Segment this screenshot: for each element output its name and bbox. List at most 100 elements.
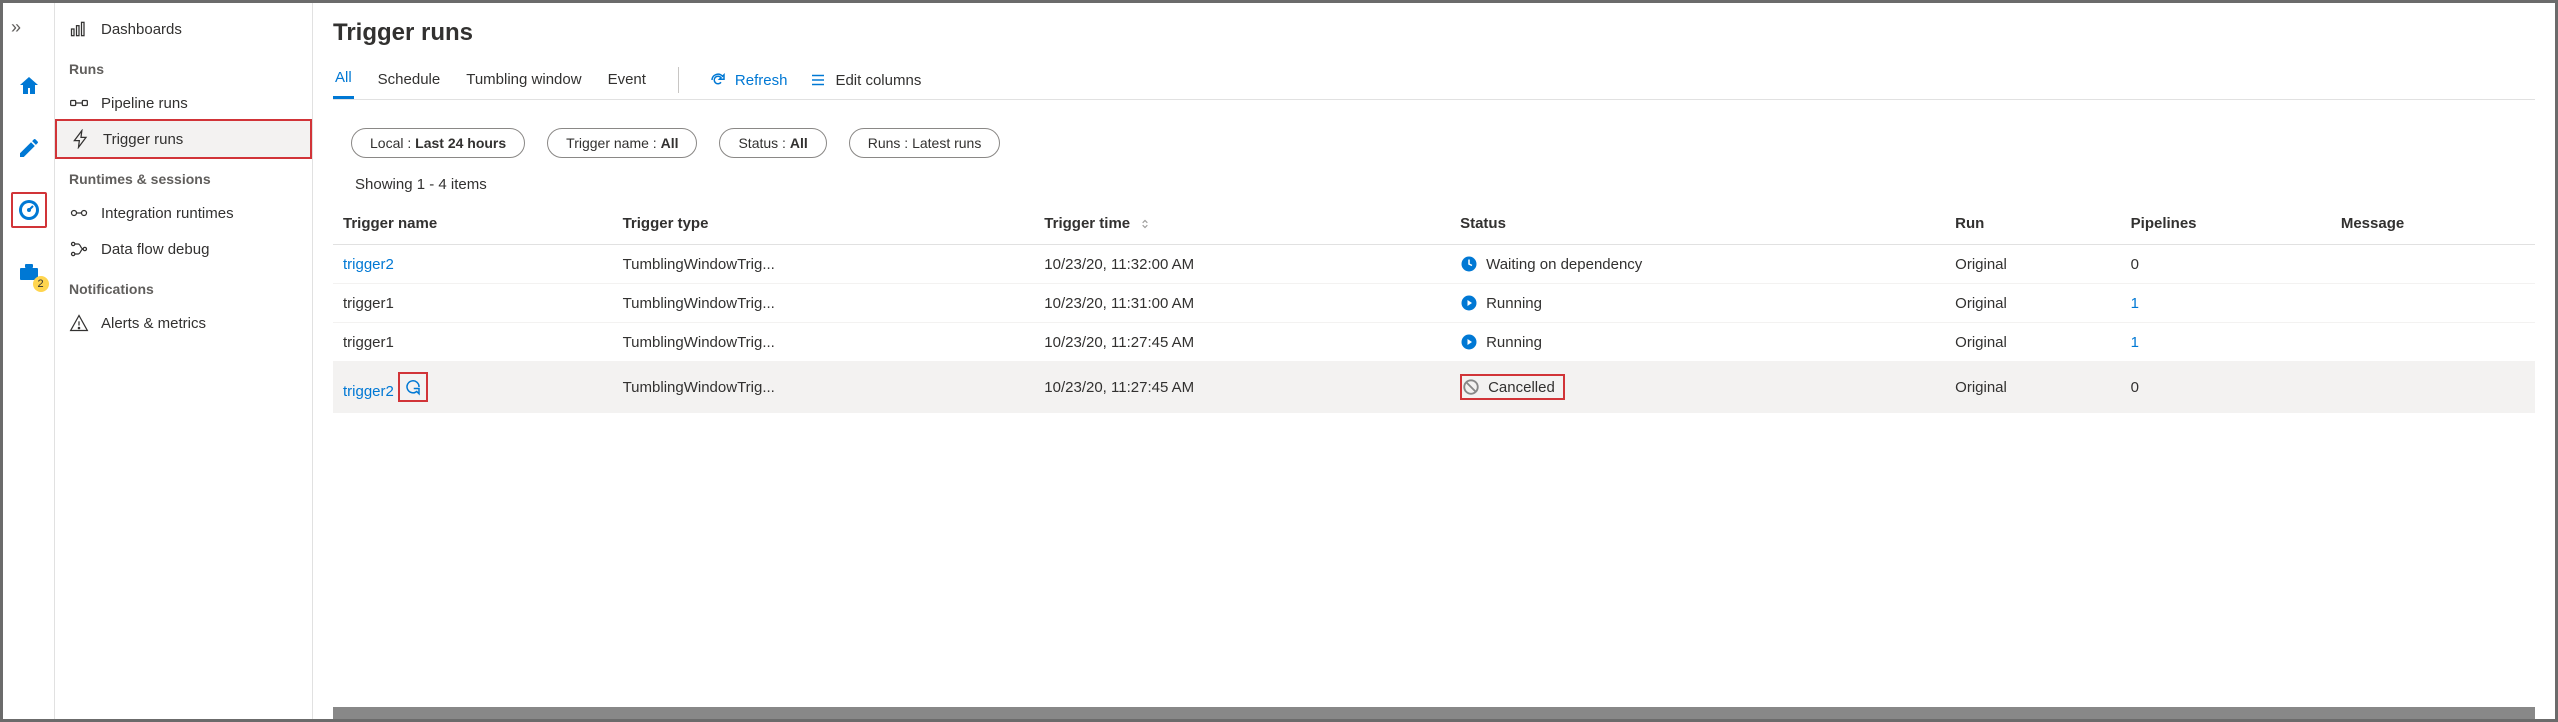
refresh-icon [709,71,727,89]
status-cell: Running [1460,294,1935,312]
nav-rail: » 2 [3,3,55,719]
col-run[interactable]: Run [1945,203,2121,245]
horizontal-scrollbar[interactable] [333,707,2535,719]
rerun-button[interactable] [398,372,428,402]
pipelines-text: 0 [2131,379,2139,396]
status-text: Running [1486,334,1542,351]
runtime-icon [69,203,89,223]
rail-monitor[interactable] [11,192,47,228]
status-text: Waiting on dependency [1486,256,1642,273]
tab-bar: All Schedule Tumbling window Event Refre… [333,61,2535,100]
trigger-name-link[interactable]: trigger2 [343,383,394,400]
col-trigger-type[interactable]: Trigger type [613,203,1035,245]
trigger-icon [71,129,91,149]
gauge-icon [17,198,41,222]
pipelines-link[interactable]: 1 [2131,334,2139,351]
message-text [2331,362,2535,413]
refresh-label: Refresh [735,72,788,89]
trigger-type-text: TumblingWindowTrig... [613,245,1035,284]
sidebar-item-dashboards[interactable]: Dashboards [55,11,312,47]
message-text [2331,245,2535,284]
pipelines-link[interactable]: 1 [2131,295,2139,312]
message-text [2331,323,2535,362]
status-text: Running [1486,295,1542,312]
status-cell: Running [1460,333,1935,351]
col-trigger-name[interactable]: Trigger name [333,203,613,245]
tab-tumbling-window[interactable]: Tumbling window [464,63,583,98]
tab-schedule[interactable]: Schedule [376,63,443,98]
trigger-time-text: 10/23/20, 11:32:00 AM [1034,245,1450,284]
sidebar-item-label: Pipeline runs [101,95,188,112]
sidebar-item-trigger-runs[interactable]: Trigger runs [55,119,312,159]
edit-columns-button[interactable]: Edit columns [809,71,921,89]
rerun-icon [404,378,422,396]
col-status[interactable]: Status [1450,203,1945,245]
rail-home[interactable] [11,68,47,104]
filter-time[interactable]: Local : Last 24 hours [351,128,525,158]
filter-runs[interactable]: Runs : Latest runs [849,128,1001,158]
status-cell: Cancelled [1462,378,1555,396]
trigger-type-text: TumblingWindowTrig... [613,362,1035,413]
sidebar-item-alerts[interactable]: Alerts & metrics [55,305,312,341]
run-text: Original [1945,323,2121,362]
results-table: Trigger name Trigger type Trigger time S… [333,203,2535,413]
alert-icon [69,313,89,333]
table-row: trigger1 TumblingWindowTrig... 10/23/20,… [333,323,2535,362]
sidebar-item-label: Alerts & metrics [101,315,206,332]
table-row: trigger1 TumblingWindowTrig... 10/23/20,… [333,284,2535,323]
result-summary: Showing 1 - 4 items [355,176,2535,193]
rail-manage[interactable]: 2 [11,254,47,290]
col-pipelines[interactable]: Pipelines [2121,203,2331,245]
trigger-name-text: trigger1 [343,334,394,351]
trigger-name-text: trigger1 [343,295,394,312]
sidebar-item-label: Integration runtimes [101,205,234,222]
sort-indicator-icon [1134,215,1152,232]
col-trigger-time[interactable]: Trigger time [1034,203,1450,245]
pipelines-text: 0 [2131,256,2139,273]
sidebar-item-label: Dashboards [101,21,182,38]
columns-icon [809,71,827,89]
sidebar-item-label: Data flow debug [101,241,209,258]
trigger-time-text: 10/23/20, 11:31:00 AM [1034,284,1450,323]
run-text: Original [1945,245,2121,284]
trigger-time-text: 10/23/20, 11:27:45 AM [1034,323,1450,362]
sidebar-item-dataflow-debug[interactable]: Data flow debug [55,231,312,267]
run-text: Original [1945,362,2121,413]
rail-badge: 2 [33,276,49,292]
pencil-icon [17,136,41,160]
edit-columns-label: Edit columns [835,72,921,89]
pipeline-icon [69,93,89,113]
sidebar-item-label: Trigger runs [103,131,183,148]
home-icon [17,74,41,98]
filter-pills: Local : Last 24 hours Trigger name : All… [351,128,2535,158]
table-row: trigger2 TumblingWindowTrig... 10/23/20,… [333,245,2535,284]
filter-trigger-name[interactable]: Trigger name : All [547,128,697,158]
sidebar-heading-runtimes: Runtimes & sessions [55,157,312,195]
trigger-time-text: 10/23/20, 11:27:45 AM [1034,362,1450,413]
sidebar-heading-notifications: Notifications [55,267,312,305]
sidebar-item-integration-runtimes[interactable]: Integration runtimes [55,195,312,231]
tab-event[interactable]: Event [606,63,648,98]
main-content: Trigger runs All Schedule Tumbling windo… [313,3,2555,719]
status-text: Cancelled [1488,379,1555,396]
dataflow-icon [69,239,89,259]
sidebar-heading-runs: Runs [55,47,312,85]
dashboard-icon [69,19,89,39]
sidebar-item-pipeline-runs[interactable]: Pipeline runs [55,85,312,121]
trigger-type-text: TumblingWindowTrig... [613,284,1035,323]
status-cell: Waiting on dependency [1460,255,1935,273]
sidebar: Dashboards Runs Pipeline runs Trigger ru… [55,3,313,719]
refresh-button[interactable]: Refresh [709,71,788,89]
tab-all[interactable]: All [333,61,354,99]
trigger-name-link[interactable]: trigger2 [343,256,394,273]
table-row: trigger2 TumblingWindowTrig... 10/23/20,… [333,362,2535,413]
filter-status[interactable]: Status : All [719,128,826,158]
rail-author[interactable] [11,130,47,166]
collapse-rail-button[interactable]: » [3,13,29,42]
message-text [2331,284,2535,323]
run-text: Original [1945,284,2121,323]
page-title: Trigger runs [333,19,2535,47]
col-message[interactable]: Message [2331,203,2535,245]
divider [678,67,679,93]
trigger-type-text: TumblingWindowTrig... [613,323,1035,362]
